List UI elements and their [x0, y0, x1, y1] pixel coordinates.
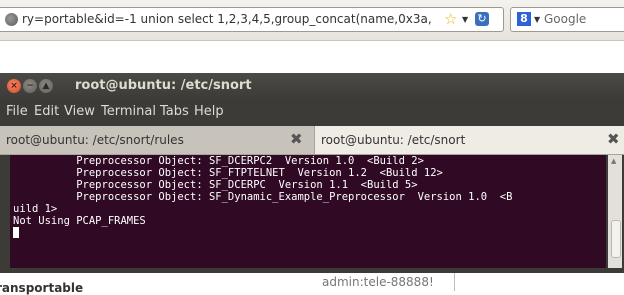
scroll-up-arrow-icon[interactable]: ▲	[611, 157, 616, 165]
menu-tabs[interactable]: Tabs	[160, 100, 189, 124]
close-tab-icon[interactable]: ✖	[290, 130, 303, 148]
terminal-line: Not Using PCAP_FRAMES	[13, 215, 146, 227]
terminal-scrollbar[interactable]: ▲	[608, 155, 622, 268]
tab-label: root@ubuntu: /etc/snort	[321, 133, 466, 147]
page-divider	[454, 273, 455, 291]
tab-label: root@ubuntu: /etc/snort/rules	[6, 133, 184, 147]
page-content: ransportable admin:tele-88888!	[0, 273, 624, 295]
page-link-text[interactable]: ransportable	[0, 281, 83, 295]
page-result-text: admin:tele-88888!	[322, 275, 434, 289]
menu-edit[interactable]: Edit	[34, 100, 59, 124]
bookmark-star-icon[interactable]: ☆	[444, 8, 457, 31]
search-engine-dropdown-icon[interactable]: ▼	[534, 8, 540, 31]
search-engine-label: Google	[544, 12, 587, 26]
terminal-line: Preprocessor Object: SF_Dynamic_Example_…	[13, 191, 513, 203]
terminal-output[interactable]: Preprocessor Object: SF_DCERPC2 Version …	[10, 155, 606, 268]
site-identity-icon[interactable]	[5, 13, 18, 26]
window-titlebar[interactable]: × − ▲ root@ubuntu: /etc/snort	[0, 73, 624, 100]
menu-terminal[interactable]: Terminal	[101, 100, 156, 124]
terminal-line: Preprocessor Object: SF_DCERPC2 Version …	[13, 155, 424, 167]
minimize-window-icon[interactable]: −	[23, 79, 37, 93]
reload-icon[interactable]: ↻	[475, 12, 489, 26]
tab-bar: root@ubuntu: /etc/snort/rules ✖ root@ubu…	[0, 126, 624, 155]
window-title: root@ubuntu: /etc/snort	[75, 78, 252, 93]
scrollbar-thumb[interactable]	[611, 220, 621, 258]
maximize-window-icon[interactable]: ▲	[39, 79, 53, 93]
menu-help[interactable]: Help	[194, 100, 224, 124]
google-icon[interactable]: 8	[517, 12, 531, 26]
terminal-cursor	[13, 227, 19, 238]
tab-snort-rules[interactable]: root@ubuntu: /etc/snort/rules ✖	[0, 126, 315, 154]
tab-snort[interactable]: root@ubuntu: /etc/snort ✖	[315, 126, 624, 154]
search-bar[interactable]: 8 ▼ Google	[510, 7, 624, 32]
close-tab-icon[interactable]: ✖	[607, 130, 620, 148]
browser-toolbar: ry=portable&id=-1 union select 1,2,3,4,5…	[0, 0, 624, 41]
close-window-icon[interactable]: ×	[7, 79, 21, 93]
terminal-line: Preprocessor Object: SF_FTPTELNET Versio…	[13, 167, 443, 179]
url-dropdown-icon[interactable]: ▼	[462, 8, 468, 31]
menu-file[interactable]: File	[6, 100, 28, 124]
url-bar[interactable]: ry=portable&id=-1 union select 1,2,3,4,5…	[0, 7, 504, 32]
menu-view[interactable]: View	[64, 100, 95, 124]
terminal-line: Preprocessor Object: SF_DCERPC Version 1…	[13, 179, 418, 191]
terminal-line: uild 1>	[13, 203, 58, 215]
terminal-window: × − ▲ root@ubuntu: /etc/snort File Edit …	[0, 73, 624, 273]
menu-bar: File Edit View Terminal Tabs Help	[0, 100, 624, 124]
url-text[interactable]: ry=portable&id=-1 union select 1,2,3,4,5…	[22, 8, 432, 31]
